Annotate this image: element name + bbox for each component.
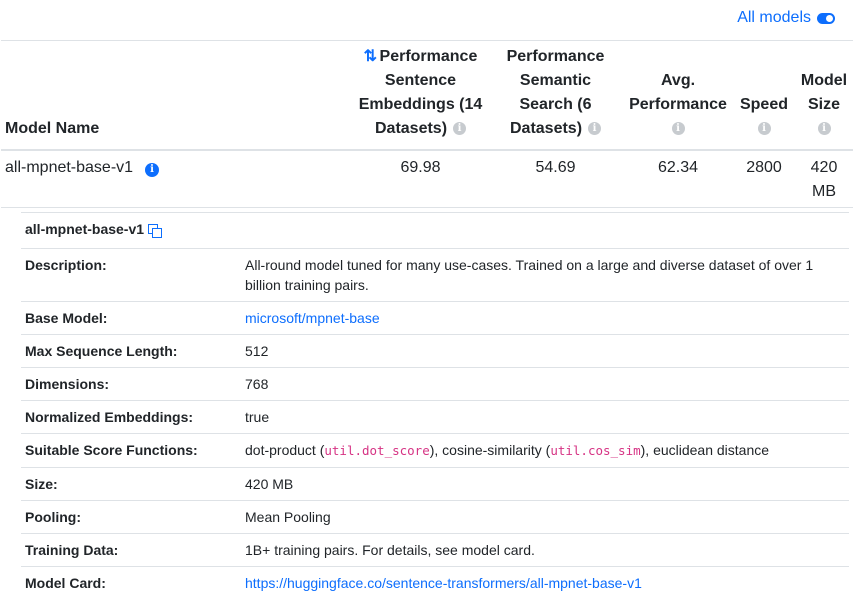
detail-row-base-model: Base Model: microsoft/mpnet-base	[21, 301, 849, 335]
table-row[interactable]: all-mpnet-base-v1 i 69.98 54.69 62.34 280…	[1, 150, 853, 208]
detail-row-normalized: Normalized Embeddings: true	[21, 400, 849, 434]
header-performance-sentence[interactable]: ⇅ Performance Sentence Embeddings (14 Da…	[353, 40, 488, 151]
cell-avg-performance: 62.34	[623, 150, 733, 208]
detail-row-max-seq-length: Max Sequence Length: 512	[21, 334, 849, 368]
cell-performance-sentence: 69.98	[353, 150, 488, 208]
header-speed[interactable]: Speed i	[733, 40, 795, 151]
details-model-name: all-mpnet-base-v1	[25, 221, 145, 237]
model-details-panel: all-mpnet-base-v1 Description: All-round…	[21, 212, 849, 599]
detail-row-description: Description: All-round model tuned for m…	[21, 248, 849, 302]
header-model-size[interactable]: Model Size i	[795, 40, 853, 151]
detail-row-dimensions: Dimensions: 768	[21, 367, 849, 401]
all-models-label: All models	[737, 9, 811, 26]
header-model-name[interactable]: Model Name	[1, 40, 353, 151]
header-avg-performance[interactable]: Avg. Performance i	[623, 40, 733, 151]
info-circle-icon[interactable]: i	[588, 122, 602, 136]
detail-row-size: Size: 420 MB	[21, 467, 849, 501]
model-details-table: all-mpnet-base-v1 Description: All-round…	[21, 212, 849, 599]
sort-descending-icon[interactable]: ⇅	[364, 48, 377, 65]
models-table: Model Name ⇅ Performance Sentence Embedd…	[1, 40, 853, 208]
model-info-icon[interactable]: i	[145, 163, 160, 177]
code-dot-score: util.dot_score	[324, 443, 430, 458]
cell-model-name: all-mpnet-base-v1 i	[1, 150, 353, 208]
cell-speed: 2800	[733, 150, 795, 208]
cell-performance-semantic: 54.69	[488, 150, 623, 208]
details-title-row: all-mpnet-base-v1	[21, 212, 849, 249]
info-circle-icon[interactable]: i	[453, 122, 467, 136]
detail-row-training-data: Training Data: 1B+ training pairs. For d…	[21, 533, 849, 567]
toggle-switch-icon[interactable]	[817, 12, 835, 24]
copy-icon[interactable]	[147, 223, 163, 238]
model-card-link[interactable]: https://huggingface.co/sentence-transfor…	[245, 575, 642, 591]
detail-row-score-functions: Suitable Score Functions: dot-product (u…	[21, 433, 849, 468]
info-circle-icon[interactable]: i	[817, 122, 831, 136]
detail-row-pooling: Pooling: Mean Pooling	[21, 500, 849, 534]
base-model-link[interactable]: microsoft/mpnet-base	[245, 310, 380, 326]
table-header-row: Model Name ⇅ Performance Sentence Embedd…	[1, 40, 853, 151]
info-circle-icon[interactable]: i	[671, 122, 685, 136]
header-performance-semantic[interactable]: Performance Semantic Search (6 Datasets)…	[488, 40, 623, 151]
all-models-toggle[interactable]: All models	[737, 9, 835, 27]
info-circle-icon[interactable]: i	[757, 122, 771, 136]
cell-model-size: 420 MB	[795, 150, 853, 208]
detail-row-model-card: Model Card: https://huggingface.co/sente…	[21, 566, 849, 599]
code-cos-sim: util.cos_sim	[550, 443, 641, 458]
